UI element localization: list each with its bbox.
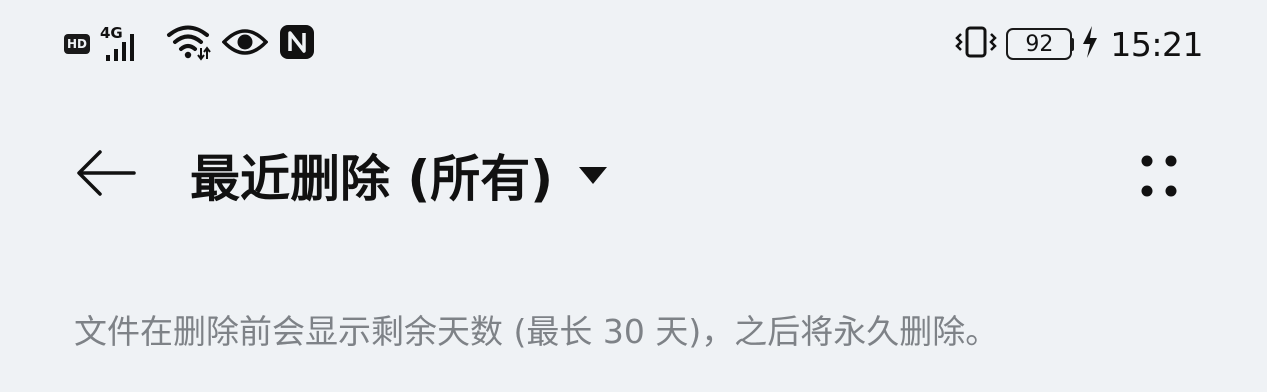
battery-level: 92	[1025, 31, 1054, 57]
more-options-button[interactable]	[1124, 142, 1194, 212]
title-bar: 最近删除 (所有)	[0, 120, 1267, 230]
wifi-icon	[166, 22, 212, 66]
battery-icon: 92	[1006, 28, 1075, 60]
more-options-icon	[1131, 147, 1187, 207]
dropdown-caret-icon	[577, 165, 609, 185]
status-bar-left: HD 4G	[64, 22, 316, 66]
status-bar-right: 92 15:21	[952, 22, 1203, 66]
retention-info-text: 文件在删除前会显示剩余天数 (最长 30 天)，之后将永久删除。	[74, 312, 999, 351]
back-arrow-icon	[74, 148, 138, 202]
eye-comfort-icon	[221, 26, 269, 62]
vibrate-icon	[952, 24, 1000, 64]
nfc-icon	[278, 23, 316, 65]
charging-icon	[1080, 24, 1100, 64]
status-time: 15:21	[1110, 24, 1203, 64]
back-button[interactable]	[70, 146, 142, 204]
status-bar: HD 4G 92 15:21	[0, 0, 1267, 92]
hd-badge-label: HD	[66, 37, 87, 51]
page-title: 最近删除 (所有)	[190, 150, 554, 208]
album-selector[interactable]: 最近删除 (所有)	[190, 140, 609, 210]
cellular-signal-icon: 4G	[100, 24, 156, 64]
battery-body: 92	[1006, 28, 1073, 60]
hd-icon: HD	[64, 34, 90, 54]
